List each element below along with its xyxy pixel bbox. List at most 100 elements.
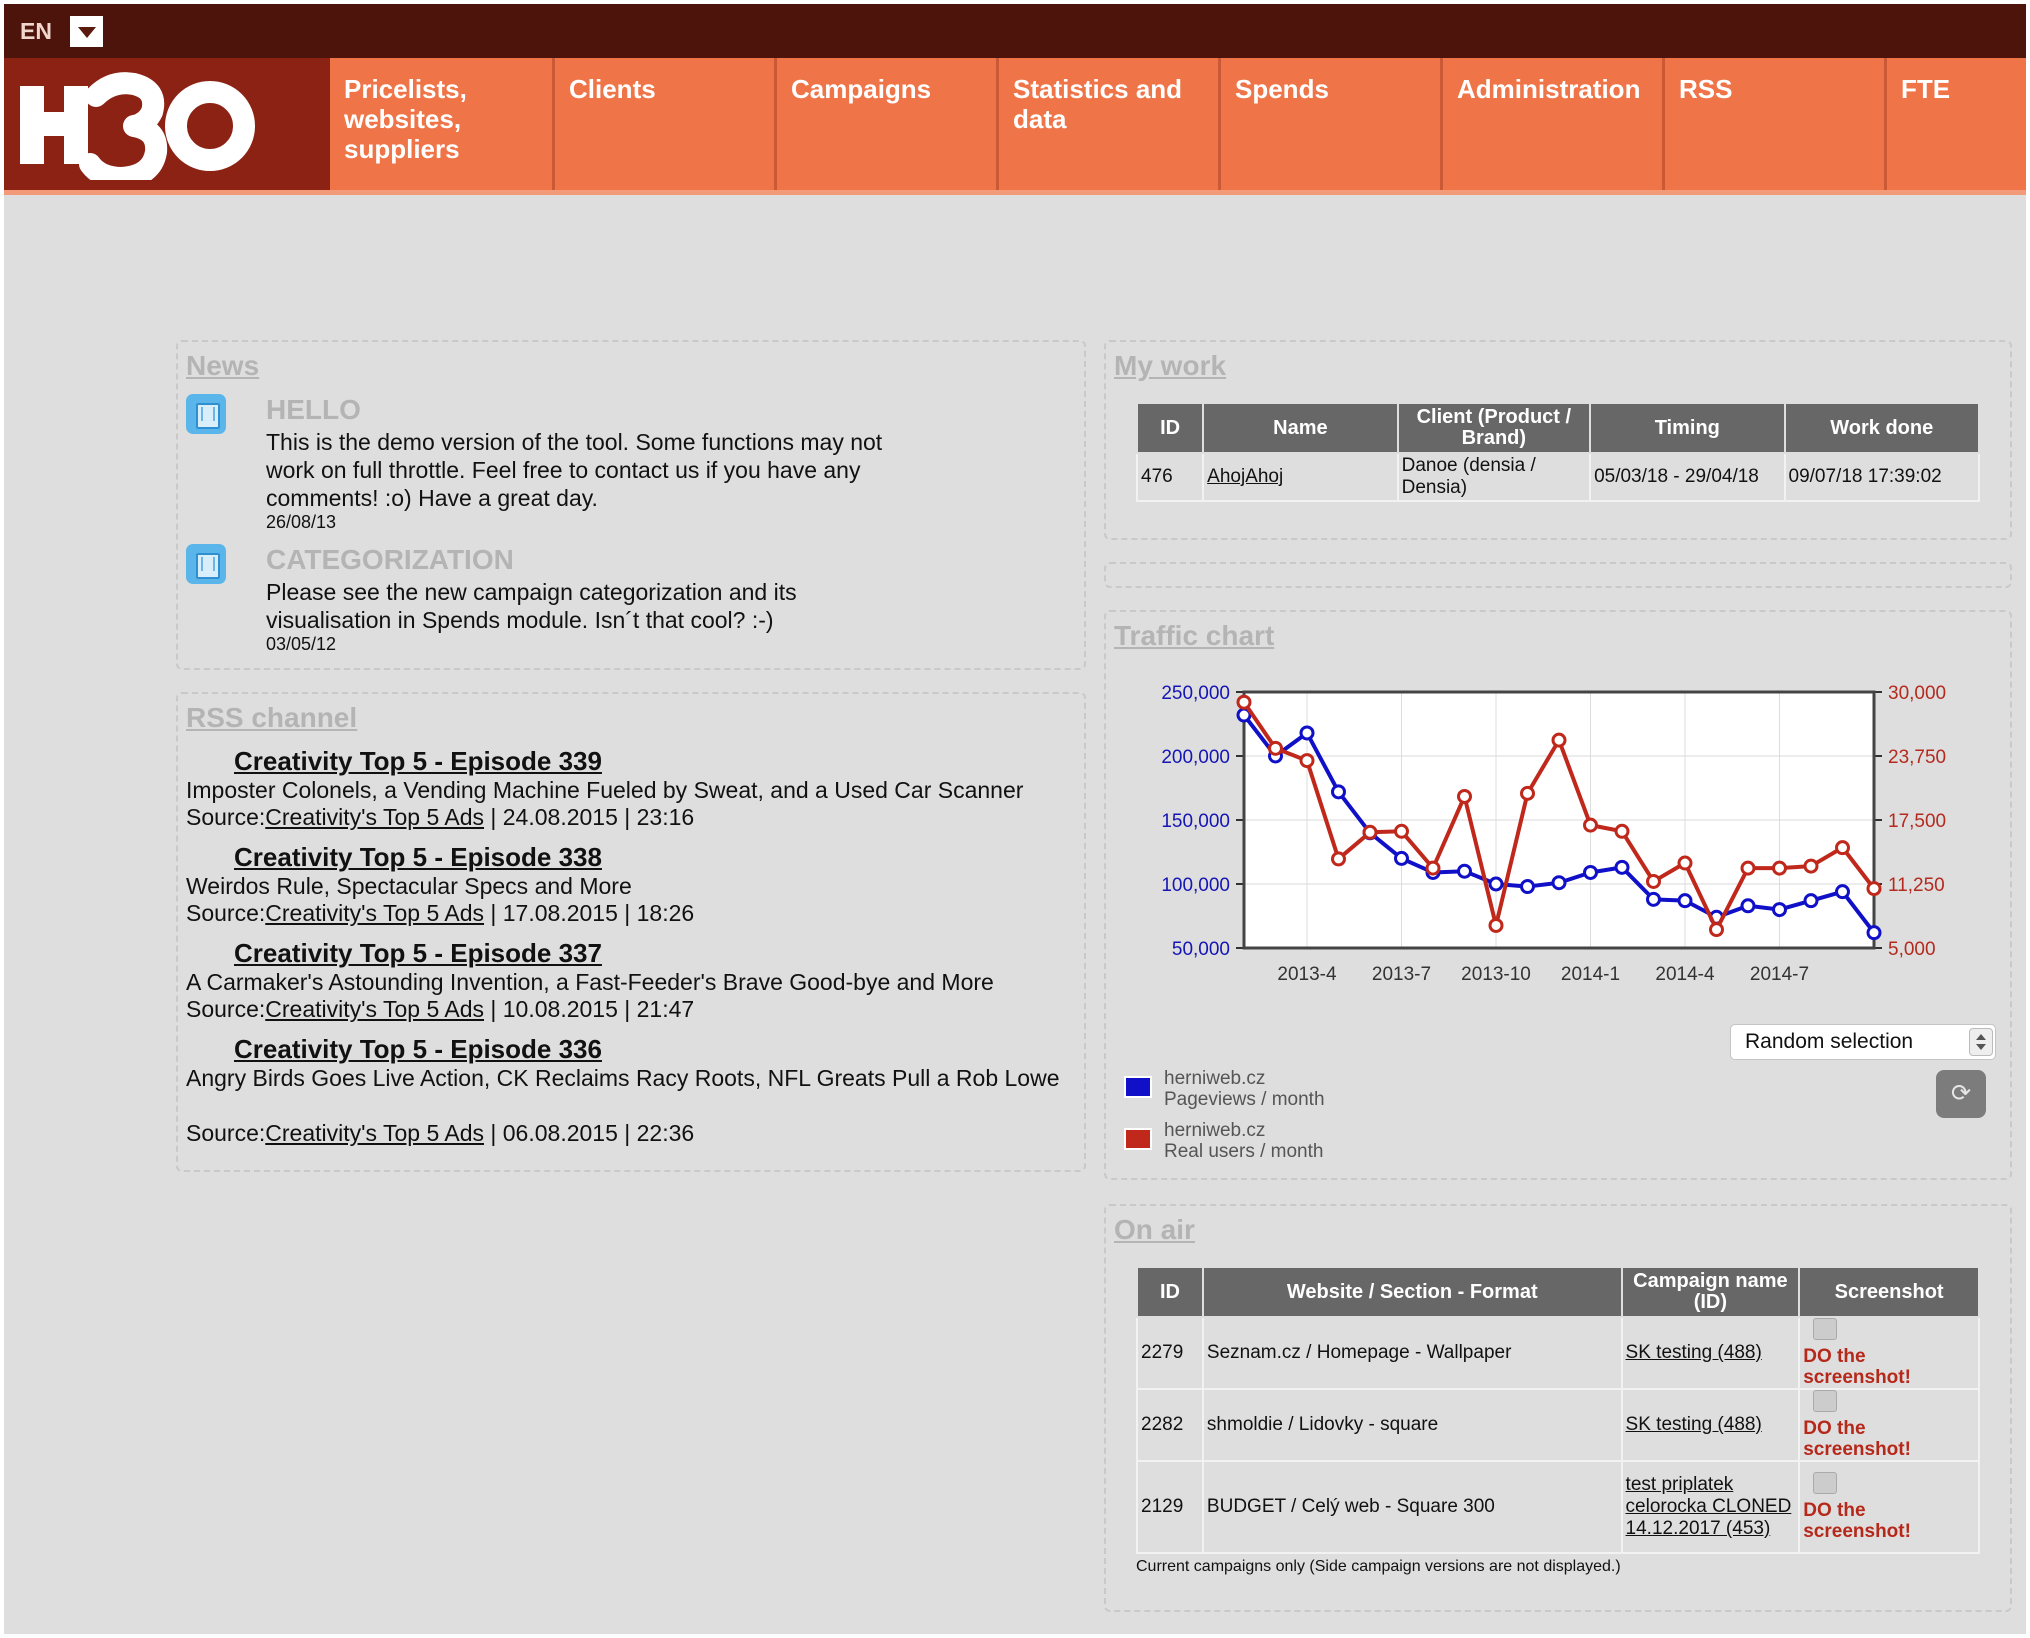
table-row[interactable]: 2279 Seznam.cz / Homepage - Wallpaper SK… (1136, 1316, 1980, 1390)
cell-campaign: SK testing (488) (1620, 1316, 1801, 1390)
rss-source-prefix: Source: (186, 804, 266, 830)
news-icon (186, 544, 226, 584)
column-header[interactable]: Name (1202, 402, 1399, 454)
data-point (1772, 902, 1787, 918)
data-point (1520, 785, 1535, 801)
site-select[interactable]: Random selection (1730, 1024, 1996, 1060)
on-air-note: Current campaigns only (Side campaign ve… (1136, 1558, 1621, 1575)
my-work-title[interactable]: My work (1114, 350, 1226, 382)
nav-item-rss[interactable]: RSS (1662, 58, 1884, 190)
cell-campaign: test priplatek celorocka CLONED 14.12.20… (1620, 1460, 1801, 1554)
traffic-line-chart: 2013-4 2013-7 2013-10 2014-1 2014-4 2014-7 250… (1161, 683, 1946, 984)
legend-label: herniweb.cz Real users / month (1164, 1120, 1323, 1162)
traffic-chart-title[interactable]: Traffic chart (1114, 620, 1274, 652)
data-point (1646, 891, 1661, 907)
column-header[interactable]: Screenshot (1798, 1266, 1980, 1318)
table-row[interactable]: 2129 BUDGET / Celý web - Square 300 test… (1136, 1460, 1980, 1554)
rss-item-date: | 17.08.2015 | 18:26 (484, 900, 695, 926)
logo-area[interactable] (4, 58, 330, 190)
legend-label: herniweb.cz Pageviews / month (1164, 1068, 1325, 1110)
rss-source-link[interactable]: Creativity's Top 5 Ads (265, 900, 484, 926)
data-point (1866, 925, 1882, 941)
nav-item-administration[interactable]: Administration (1440, 58, 1662, 190)
cell-id: 476 (1135, 452, 1205, 502)
y-left-tick-label: 100,000 (1161, 875, 1230, 896)
rss-item-description: Angry Birds Goes Live Action, CK Reclaim… (186, 1065, 1060, 1091)
cell-id: 2279 (1136, 1316, 1204, 1390)
screenshot-icon[interactable] (1813, 1390, 1838, 1412)
news-title[interactable]: News (186, 350, 259, 382)
news-heading: CATEGORIZATION (266, 544, 514, 575)
cell-screenshot: DO the screenshot! (1798, 1460, 1980, 1554)
rss-source-link[interactable]: Creativity's Top 5 Ads (265, 804, 484, 830)
rss-item-source: Source:Creativity's Top 5 Ads | 17.08.20… (186, 900, 694, 927)
rss-item-title[interactable]: Creativity Top 5 - Episode 339 (234, 746, 602, 777)
y-left-tick-label: 150,000 (1161, 811, 1230, 832)
cell-website: BUDGET / Celý web - Square 300 (1201, 1460, 1623, 1554)
nav-item-spends[interactable]: Spends (1218, 58, 1440, 190)
language-bar: EN (4, 4, 2026, 58)
column-header[interactable]: Campaign name (ID) (1620, 1266, 1801, 1318)
cell-id: 2282 (1136, 1388, 1204, 1462)
nav-item-fte[interactable]: FTE (1884, 58, 2026, 190)
news-date: 03/05/12 (266, 634, 337, 654)
rss-title[interactable]: RSS channel (186, 702, 357, 734)
column-header[interactable]: Website / Section - Format (1201, 1266, 1623, 1318)
rss-item-source: Source:Creativity's Top 5 Ads | 06.08.20… (186, 1120, 694, 1147)
data-point (1236, 694, 1252, 710)
news-icon (186, 394, 226, 434)
campaign-link[interactable]: SK testing (488) (1626, 1414, 1762, 1435)
data-point (1835, 840, 1850, 856)
cell-work-done: 09/07/18 17:39:02 (1783, 452, 1981, 502)
screenshot-icon[interactable] (1813, 1472, 1838, 1494)
site-select-value: Random selection (1745, 1030, 1914, 1053)
rss-item-description: Weirdos Rule, Spectacular Specs and More (186, 873, 632, 899)
on-air-title[interactable]: On air (1114, 1214, 1195, 1246)
language-code[interactable]: EN (20, 18, 52, 45)
rss-source-link[interactable]: Creativity's Top 5 Ads (265, 996, 484, 1022)
campaign-link[interactable]: test priplatek celorocka CLONED 14.12.20… (1626, 1474, 1792, 1539)
rss-item-title[interactable]: Creativity Top 5 - Episode 337 (234, 938, 602, 969)
refresh-button[interactable]: ⟳ (1936, 1070, 1986, 1118)
rss-source-link[interactable]: Creativity's Top 5 Ads (265, 1120, 484, 1146)
y-right-tick-label: 23,750 (1888, 747, 1946, 768)
screenshot-status[interactable]: DO the screenshot! (1803, 1418, 1975, 1460)
language-dropdown-icon[interactable] (70, 16, 103, 47)
column-header[interactable]: Client (Product / Brand) (1396, 402, 1592, 454)
data-point (1394, 850, 1409, 866)
column-header[interactable]: ID (1136, 1266, 1204, 1318)
table-row[interactable]: 2282 shmoldie / Lidovky - square SK test… (1136, 1388, 1980, 1462)
cell-website: shmoldie / Lidovky - square (1201, 1388, 1623, 1462)
data-point (1268, 740, 1283, 756)
h3o-logo (20, 72, 255, 180)
data-point (1677, 855, 1693, 871)
column-header[interactable]: Work done (1783, 402, 1981, 454)
rss-item-title[interactable]: Creativity Top 5 - Episode 336 (234, 1034, 602, 1065)
nav-item-pricelists[interactable]: Pricelists, websites, suppliers (330, 58, 552, 190)
nav-item-statistics[interactable]: Statistics and data (996, 58, 1218, 190)
screenshot-status[interactable]: DO the screenshot! (1803, 1346, 1975, 1388)
data-point (1394, 823, 1409, 839)
work-name-link[interactable]: AhojAhoj (1207, 466, 1283, 487)
column-header[interactable]: Timing (1589, 402, 1786, 454)
screenshot-icon[interactable] (1813, 1318, 1838, 1340)
nav-item-clients[interactable]: Clients (552, 58, 774, 190)
table-row[interactable]: 476 AhojAhoj Danoe (densia / Densia) 05/… (1135, 452, 1981, 502)
x-tick-label: 2014-7 (1750, 964, 1809, 984)
data-point (1362, 824, 1378, 840)
data-point (1457, 863, 1472, 879)
news-text: Please see the new campaign categorizati… (266, 579, 797, 633)
data-point (1772, 860, 1787, 876)
rss-item-title[interactable]: Creativity Top 5 - Episode 338 (234, 842, 602, 873)
legend-site: herniweb.cz (1164, 1068, 1266, 1089)
data-point (1803, 858, 1819, 874)
data-point (1488, 876, 1504, 892)
column-header[interactable]: ID (1135, 402, 1205, 454)
data-point (1646, 873, 1661, 889)
main-navigation: Pricelists, websites, suppliers Clients … (330, 58, 2026, 190)
screenshot-status[interactable]: DO the screenshot! (1803, 1500, 1975, 1542)
campaign-link[interactable]: SK testing (488) (1626, 1342, 1762, 1363)
my-work-table: ID Name Client (Product / Brand) Timing … (1135, 402, 1981, 502)
data-point (1425, 860, 1441, 876)
nav-item-campaigns[interactable]: Campaigns (774, 58, 996, 190)
